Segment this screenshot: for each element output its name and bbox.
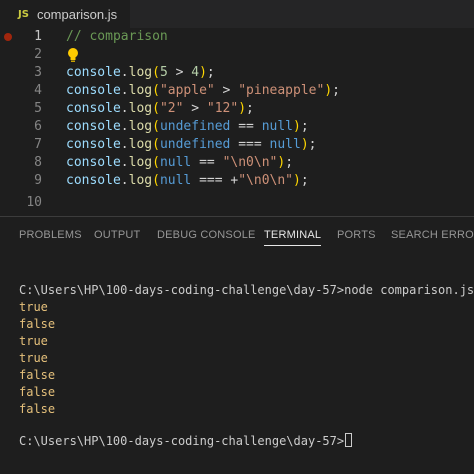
terminal-output-line: false — [19, 317, 56, 331]
code-statement: console.log("2" > "12"); — [66, 101, 254, 116]
code-statement: console.log("apple" > "pineapple"); — [66, 83, 340, 98]
code-line-10: 10 — [0, 194, 474, 212]
terminal-output-line: true — [19, 334, 48, 348]
tab-ports[interactable]: PORTS — [337, 229, 376, 241]
code-line-3: 3 console.log(5 > 4); — [0, 64, 474, 82]
code-statement: console.log(5 > 4); — [66, 65, 215, 80]
code-line-1: 1 // comparison — [0, 28, 474, 46]
editor-tab-label: comparison.js — [36, 6, 118, 22]
terminal-prompt: C:\Users\HP\100-days-coding-challenge\da… — [19, 434, 345, 448]
tab-terminal[interactable]: TERMINAL — [264, 229, 322, 246]
terminal-command-line: C:\Users\HP\100-days-coding-challenge\da… — [19, 283, 474, 297]
tab-problems[interactable]: PROBLEMS — [19, 229, 82, 241]
code-statement: console.log(null == "\n0\n"); — [66, 155, 294, 170]
code-line-6: 6 console.log(undefined == null); — [0, 118, 474, 136]
terminal-prompt-line[interactable]: C:\Users\HP\100-days-coding-challenge\da… — [19, 433, 353, 450]
terminal-output-line: true — [19, 351, 48, 365]
terminal-output-line: false — [19, 402, 56, 416]
line-number: 4 — [34, 83, 42, 98]
code-statement: console.log(undefined == null); — [66, 119, 309, 134]
javascript-file-icon: JS — [18, 8, 29, 20]
line-number: 9 — [34, 173, 42, 188]
code-editor[interactable]: 1 // comparison 2 3 console.log(5 > 4); … — [0, 28, 474, 216]
code-comment: // comparison — [66, 29, 168, 44]
terminal-output-line: true — [19, 300, 48, 314]
terminal-panel[interactable]: C:\Users\HP\100-days-coding-challenge\da… — [0, 255, 474, 474]
editor-tab-comparison-js[interactable]: JS comparison.js — [0, 0, 130, 28]
terminal-output-line: false — [19, 385, 56, 399]
terminal-cursor — [345, 433, 353, 447]
code-line-9: 9 console.log(null === +"\n0\n"); — [0, 172, 474, 190]
tab-output[interactable]: OUTPUT — [94, 229, 140, 241]
editor-tab-bar: JS comparison.js — [0, 0, 474, 28]
panel-tab-bar: PROBLEMS OUTPUT DEBUG CONSOLE TERMINAL P… — [0, 217, 474, 255]
terminal-output-line: false — [19, 368, 56, 382]
lightbulb-icon[interactable] — [66, 46, 80, 64]
line-number: 7 — [34, 137, 42, 152]
code-line-2: 2 — [0, 46, 474, 64]
code-statement: console.log(null === +"\n0\n"); — [66, 173, 309, 188]
code-line-7: 7 console.log(undefined === null); — [0, 136, 474, 154]
line-number: 10 — [26, 195, 42, 210]
line-number: 6 — [34, 119, 42, 134]
code-statement: console.log(undefined === null); — [66, 137, 317, 152]
tab-debug-console[interactable]: DEBUG CONSOLE — [157, 229, 256, 241]
line-number: 8 — [34, 155, 42, 170]
code-line-8: 8 console.log(null == "\n0\n"); — [0, 154, 474, 172]
line-number: 2 — [34, 47, 42, 62]
tab-search-error[interactable]: SEARCH ERROR — [391, 229, 474, 241]
code-line-5: 5 console.log("2" > "12"); — [0, 100, 474, 118]
line-number: 1 — [34, 29, 42, 44]
line-number: 5 — [34, 101, 42, 116]
code-line-4: 4 console.log("apple" > "pineapple"); — [0, 82, 474, 100]
line-number: 3 — [34, 65, 42, 80]
